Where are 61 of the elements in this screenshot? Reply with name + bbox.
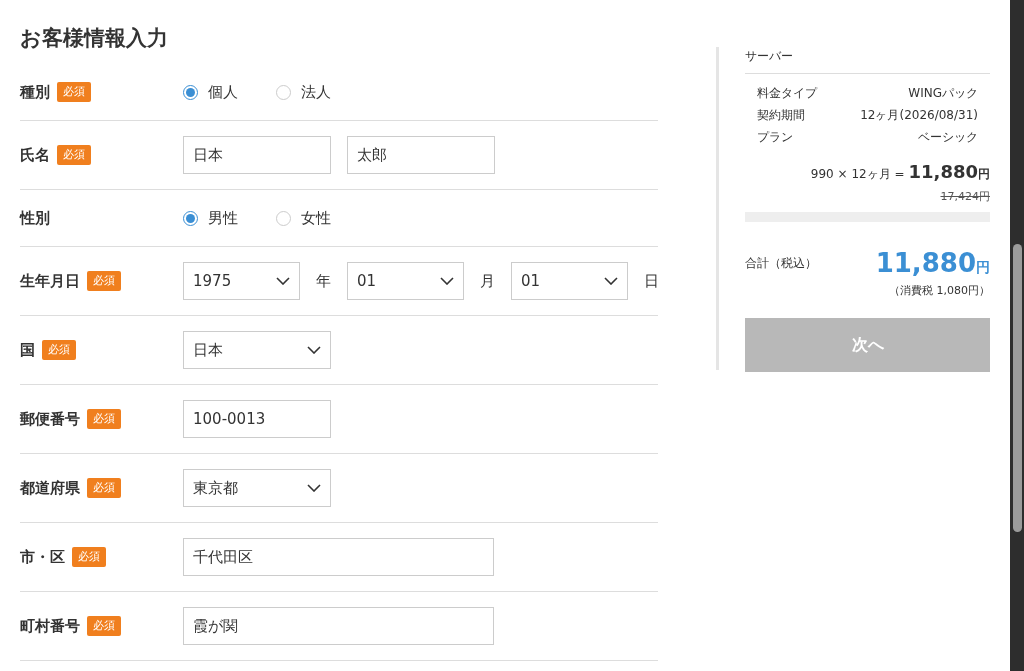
required-badge: 必須 (72, 547, 106, 567)
detail-label: 契約期間 (757, 107, 805, 124)
radio-option[interactable]: 個人 (183, 80, 238, 104)
radio-button[interactable] (276, 84, 291, 100)
unit-label: 日 (644, 270, 659, 292)
radio-option[interactable]: 男性 (183, 206, 238, 230)
price-formula: 990 × 12ヶ月 = (810, 166, 905, 183)
total-label: 合計（税込） (745, 255, 817, 272)
required-badge: 必須 (57, 82, 91, 102)
field-label: 郵便番号 (20, 408, 80, 430)
detail-label: 料金タイプ (757, 85, 817, 102)
dropdown[interactable]: 01 (347, 262, 464, 300)
field-label: 種別 (20, 81, 50, 103)
field-label: 町村番号 (20, 615, 80, 637)
required-badge: 必須 (87, 271, 121, 291)
required-badge: 必須 (87, 616, 121, 636)
chevron-down-icon (276, 277, 290, 285)
radio-button[interactable] (183, 84, 198, 100)
field-label: 性別 (20, 207, 50, 229)
chevron-down-icon (307, 346, 321, 354)
required-badge: 必須 (42, 340, 76, 360)
field-label: 都道府県 (20, 477, 80, 499)
scrollbar-thumb[interactable] (1012, 244, 1022, 532)
text-field[interactable]: 太郎 (347, 136, 495, 174)
detail-label: プラン (757, 129, 793, 146)
radio-option[interactable]: 法人 (276, 80, 331, 104)
total-amount: 11,880 (875, 246, 976, 280)
field-label: 市・区 (20, 546, 65, 568)
detail-value: WINGパック (908, 85, 978, 102)
text-field[interactable]: 霞が関 (183, 607, 494, 645)
radio-button[interactable] (183, 210, 198, 226)
currency-unit: 円 (976, 257, 990, 277)
field-label: 国 (20, 339, 35, 361)
dropdown[interactable]: 東京都 (183, 469, 331, 507)
field-label: 氏名 (20, 144, 50, 166)
price-amount: 11,880 (908, 160, 978, 184)
chevron-down-icon (604, 277, 618, 285)
currency-unit: 円 (978, 166, 990, 183)
chevron-down-icon (307, 484, 321, 492)
dropdown[interactable]: 1975 (183, 262, 300, 300)
required-badge: 必須 (57, 145, 91, 165)
section-heading: サーバー (745, 47, 990, 74)
text-field[interactable]: 100-0013 (183, 400, 331, 438)
required-badge: 必須 (87, 409, 121, 429)
text-field[interactable]: 千代田区 (183, 538, 494, 576)
text-field[interactable]: 日本 (183, 136, 331, 174)
tax-note: （消費税 1,080円） (889, 282, 990, 299)
radio-button[interactable] (276, 210, 291, 226)
unit-label: 月 (480, 270, 495, 292)
radio-option[interactable]: 女性 (276, 206, 331, 230)
dropdown[interactable]: 日本 (183, 331, 331, 369)
detail-value: 12ヶ月(2026/08/31) (860, 107, 978, 124)
detail-value: ベーシック (918, 129, 978, 146)
scrollbar[interactable] (1010, 0, 1024, 671)
original-price: 17,424円 (940, 189, 990, 205)
unit-label: 年 (316, 270, 331, 292)
dropdown[interactable]: 01 (511, 262, 628, 300)
page-title: お客様情報入力 (20, 25, 169, 52)
field-label: 生年月日 (20, 270, 80, 292)
required-badge: 必須 (87, 478, 121, 498)
chevron-down-icon (440, 277, 454, 285)
